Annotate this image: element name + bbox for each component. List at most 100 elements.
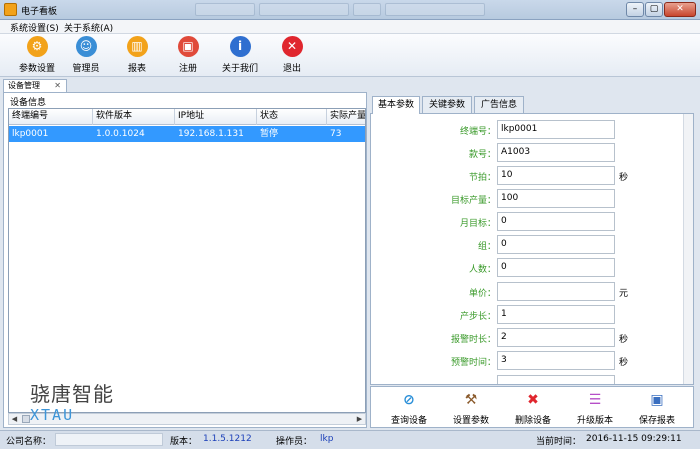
close-icon: ✕	[281, 36, 303, 57]
time-value: 2016-11-15 09:29:11	[586, 434, 682, 444]
column-header[interactable]: 软件版本	[93, 109, 175, 125]
warning-time-input[interactable]: 3	[497, 351, 615, 370]
headcount-input[interactable]: 0	[497, 258, 615, 277]
tab-close-icon[interactable]: ✕	[54, 80, 61, 92]
field-label: 款号：	[468, 150, 496, 160]
target-output-input[interactable]: 100	[497, 189, 615, 208]
field-row: 组： 0	[371, 235, 691, 255]
field-label: 预警时间：	[450, 358, 496, 368]
field-row: 款号： A1003	[371, 143, 691, 163]
device-grid[interactable]: 终端编号 软件版本 IP地址 状态 实际产量 lkp0001 1.0.0.102…	[8, 108, 366, 413]
field-label: 终端号：	[459, 127, 496, 137]
table-cell: 1.0.0.1024	[96, 129, 145, 139]
style-no-input[interactable]: A1003	[497, 143, 615, 162]
param-settings-button[interactable]: ⚙ 参数设置	[12, 36, 62, 76]
status-bar: 公司名称： 版本： 1.1.5.1212 操作员： lkp 当前时间： 2016…	[0, 430, 700, 449]
minimize-button[interactable]: –	[626, 2, 644, 17]
partial-input[interactable]	[497, 375, 615, 384]
user-icon: ☺	[75, 36, 97, 57]
field-row: 报警时长： 2 秒	[371, 328, 691, 348]
query-device-button[interactable]: ⊘ 查询设备	[379, 389, 439, 427]
report-button[interactable]: ▥ 报表	[112, 36, 162, 76]
app-icon	[4, 3, 17, 16]
tab-label: 设备管理	[8, 81, 40, 90]
tab-key-params[interactable]: 关键参数	[422, 96, 472, 113]
title-bar: 电子看板 – ▢ ✕	[0, 0, 700, 20]
field-label: 目标产量：	[450, 196, 496, 206]
column-header[interactable]: 终端编号	[9, 109, 93, 125]
upgrade-icon: ☰	[588, 392, 602, 408]
menu-about-system[interactable]: 关于系统(A)	[64, 21, 113, 34]
device-info-title: 设备信息	[10, 98, 47, 108]
field-unit: 秒	[619, 358, 629, 368]
set-params-button[interactable]: ⚒ 设置参数	[441, 389, 501, 427]
field-label: 组：	[477, 242, 496, 252]
parameter-area: 基本参数 关键参数 广告信息 终端号： lkp0001 款号： A1003 节拍…	[370, 96, 698, 428]
version-value: 1.1.5.1212	[203, 434, 252, 444]
beat-input[interactable]: 10	[497, 166, 615, 185]
settings-icon: ⚙	[26, 36, 48, 57]
exit-button[interactable]: ✕ 退出	[267, 36, 317, 76]
column-header[interactable]: 状态	[257, 109, 327, 125]
table-cell: 192.168.1.131	[178, 129, 244, 139]
time-label: 当前时间：	[536, 437, 582, 447]
field-label: 人数：	[468, 265, 496, 275]
upgrade-version-button[interactable]: ☰ 升级版本	[565, 389, 625, 427]
menu-bar: 系统设置(S) 关于系统(A)	[0, 20, 700, 34]
field-unit: 秒	[619, 173, 629, 183]
table-row[interactable]: lkp0001 1.0.0.1024 192.168.1.131 暂停 73	[9, 126, 365, 142]
operator-label: 操作员：	[276, 437, 313, 447]
admin-button[interactable]: ☺ 管理员	[61, 36, 111, 76]
terminal-id-input[interactable]: lkp0001	[497, 120, 615, 139]
tab-basic-params[interactable]: 基本参数	[372, 96, 420, 114]
save-icon: ▣	[650, 392, 664, 408]
info-icon: i	[229, 36, 251, 57]
field-label: 产步长：	[459, 312, 496, 322]
lock-icon: ▣	[177, 36, 199, 57]
table-cell: 暂停	[260, 129, 279, 139]
alarm-duration-input[interactable]: 2	[497, 328, 615, 347]
window-title: 电子看板	[21, 7, 58, 17]
toolbar: ⚙ 参数设置 ☺ 管理员 ▥ 报表 ▣ 注册 i 关于我们 ✕ 退出	[0, 34, 700, 77]
column-header[interactable]: IP地址	[175, 109, 257, 125]
field-row: 预警时间： 3 秒	[371, 351, 691, 371]
field-unit: 元	[619, 289, 629, 299]
company-label: 公司名称：	[6, 437, 52, 447]
menu-system-settings[interactable]: 系统设置(S)	[10, 21, 59, 34]
search-icon: ⊘	[403, 392, 415, 408]
scroll-right-icon[interactable]: ▶	[354, 414, 365, 424]
scroll-thumb[interactable]	[22, 415, 30, 423]
group-input[interactable]: 0	[497, 235, 615, 254]
field-label: 月目标：	[459, 219, 496, 229]
vertical-scrollbar[interactable]	[683, 114, 693, 384]
register-button[interactable]: ▣ 注册	[163, 36, 213, 76]
company-value	[55, 433, 163, 446]
maximize-button[interactable]: ▢	[645, 2, 663, 17]
unit-price-input[interactable]	[497, 282, 615, 301]
scroll-left-icon[interactable]: ◀	[9, 414, 20, 424]
about-us-button[interactable]: i 关于我们	[215, 36, 265, 76]
background-taskbar	[195, 3, 485, 17]
close-window-button[interactable]: ✕	[664, 2, 696, 17]
delete-device-button[interactable]: ✖ 删除设备	[503, 389, 563, 427]
brand-logo-sub: XTAU	[30, 406, 75, 424]
field-row: 人数： 0	[371, 258, 691, 278]
tab-device-management[interactable]: 设备管理 ✕	[3, 79, 67, 92]
operator-value: lkp	[320, 434, 334, 444]
field-label: 节拍：	[468, 173, 496, 183]
monthly-target-input[interactable]: 0	[497, 212, 615, 231]
step-input[interactable]: 1	[497, 305, 615, 324]
field-label: 单价：	[468, 289, 496, 299]
brand-logo-text: 骁唐智能	[30, 382, 114, 406]
save-report-button[interactable]: ▣ 保存报表	[627, 389, 687, 427]
version-label: 版本：	[170, 437, 198, 447]
field-row: 目标产量： 100	[371, 189, 691, 209]
field-row: 产步长： 1	[371, 305, 691, 325]
field-row-partial	[371, 375, 691, 384]
tab-ad-info[interactable]: 广告信息	[474, 96, 524, 113]
chart-icon: ▥	[126, 36, 148, 57]
table-cell: 73	[330, 129, 342, 139]
column-header[interactable]: 实际产量	[327, 109, 365, 125]
field-row: 节拍： 10 秒	[371, 166, 691, 186]
grid-header: 终端编号 软件版本 IP地址 状态 实际产量	[9, 109, 365, 125]
